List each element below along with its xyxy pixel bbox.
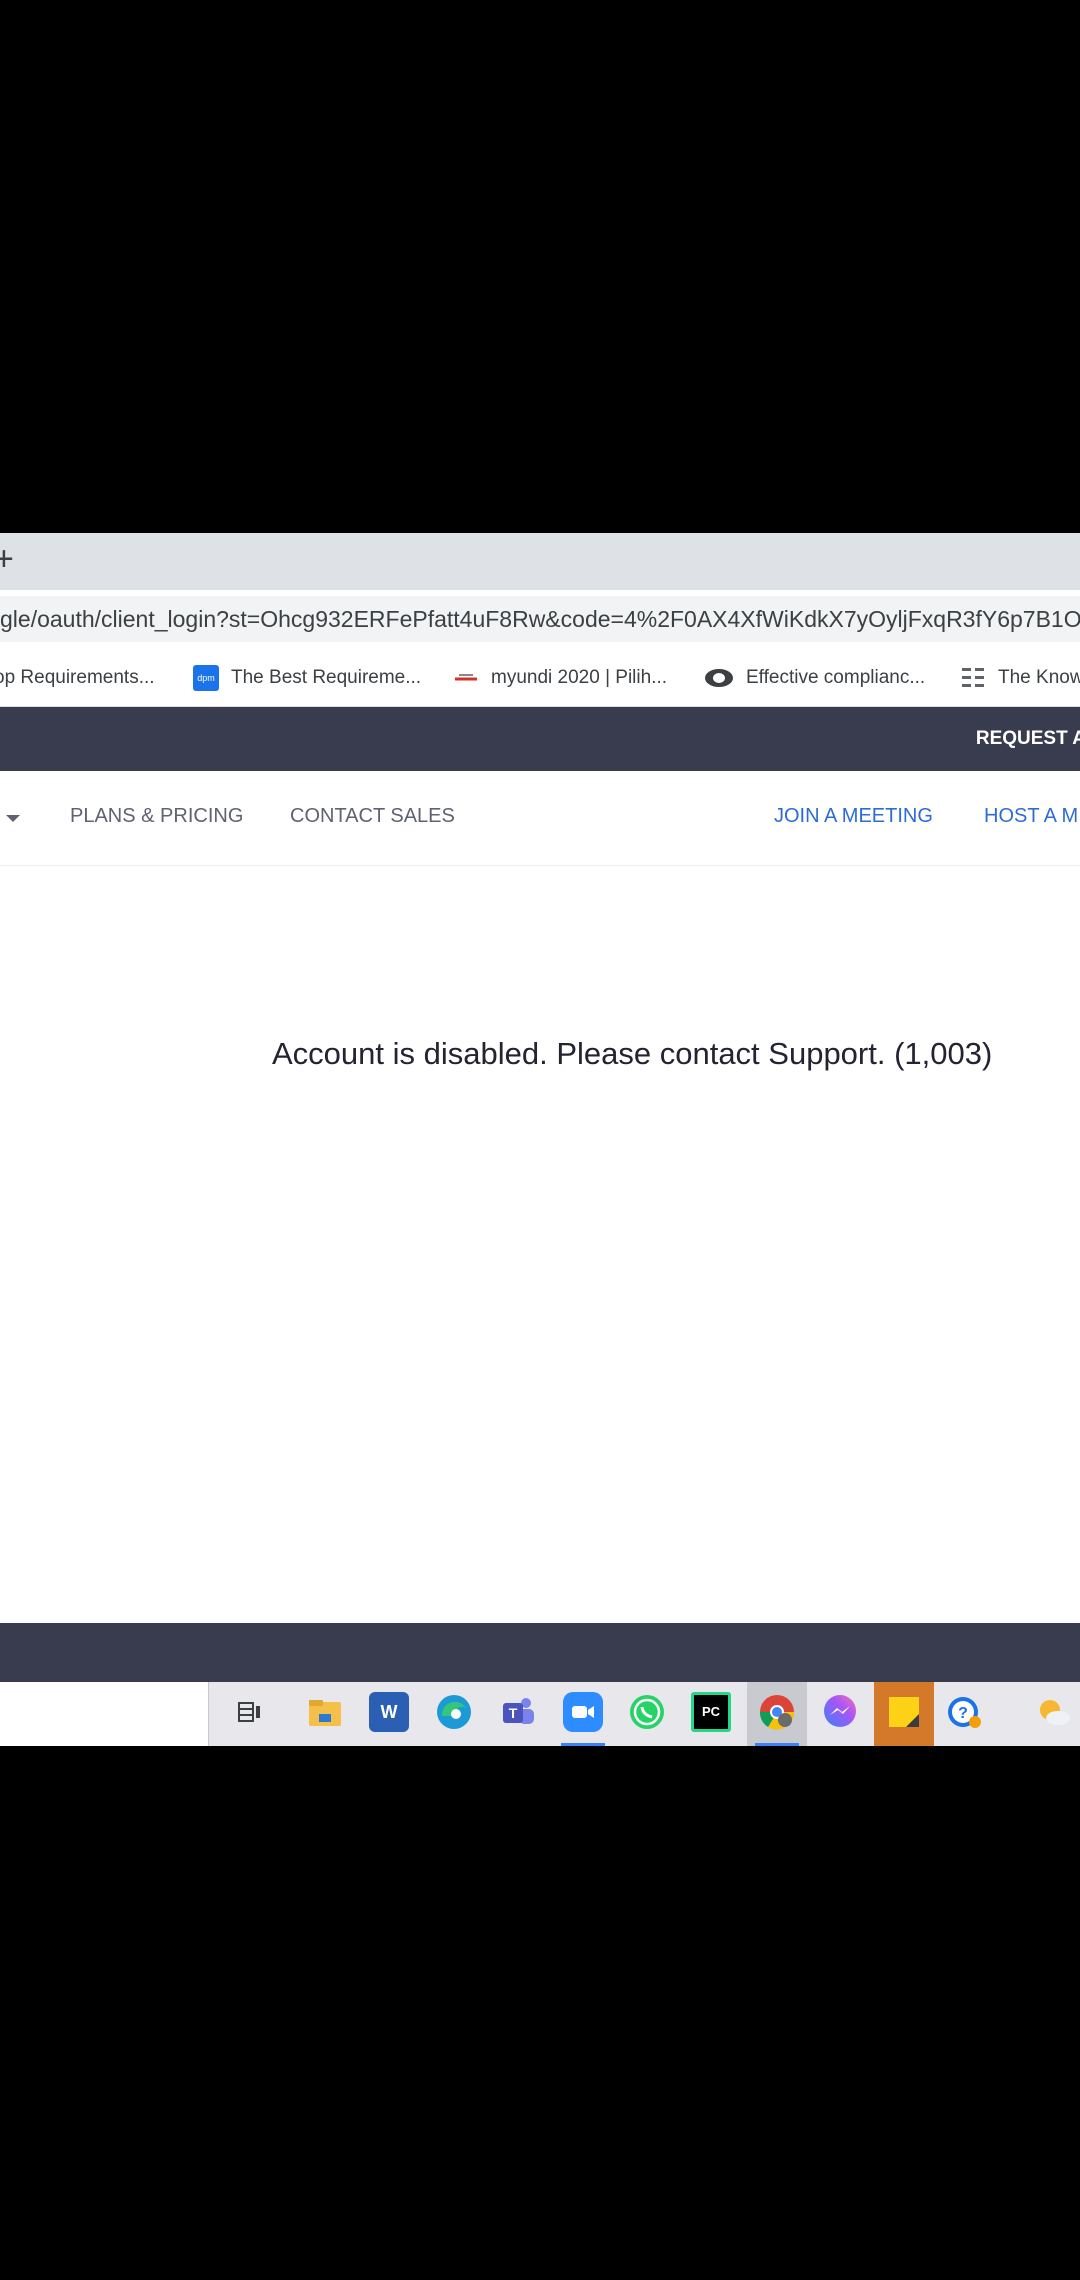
messenger-icon[interactable]: [820, 1692, 860, 1732]
zoom-active-indicator: [561, 1743, 605, 1746]
address-bar[interactable]: gle/oauth/client_login?st=Ohcg932ERFePfa…: [0, 596, 1080, 642]
chevron-down-icon[interactable]: [6, 815, 20, 822]
request-demo-link[interactable]: REQUEST A: [976, 728, 1080, 750]
help-icon[interactable]: ?: [945, 1692, 985, 1732]
bookmark-item[interactable]: myundi 2020 | Pilih...: [453, 664, 667, 692]
bookmark-label: myundi 2020 | Pilih...: [491, 667, 668, 688]
pycharm-icon[interactable]: PC: [691, 1692, 731, 1732]
myundi-icon: [453, 665, 479, 691]
svg-text:?: ?: [958, 1705, 968, 1722]
task-view-icon[interactable]: [230, 1692, 270, 1732]
bookmark-item[interactable]: Effective complianc...: [704, 664, 925, 692]
taskbar: W T PC ?: [0, 1682, 1080, 1746]
chrome-icon[interactable]: [757, 1692, 797, 1732]
address-url: gle/oauth/client_login?st=Ohcg932ERFePfa…: [0, 606, 1080, 632]
taskbar-search-box[interactable]: [0, 1682, 209, 1746]
bookmark-label: The Know: [998, 667, 1080, 688]
bookmarks-bar: op Requirements... dpm The Best Requirem…: [0, 650, 1080, 707]
browser-tab-strip: +: [0, 533, 1080, 590]
weather-icon[interactable]: [1034, 1692, 1074, 1732]
edge-icon[interactable]: [434, 1692, 474, 1732]
file-explorer-icon[interactable]: [305, 1692, 345, 1732]
dpm-icon: dpm: [193, 665, 219, 691]
chrome-active-indicator: [755, 1743, 799, 1746]
bookmark-item[interactable]: op Requirements...: [0, 664, 155, 692]
svg-text:T: T: [509, 1705, 518, 1721]
nav-join-meeting[interactable]: JOIN A MEETING: [774, 805, 933, 828]
site-topbar: REQUEST A: [0, 707, 1080, 771]
word-icon[interactable]: W: [369, 1692, 409, 1732]
sticky-notes-icon[interactable]: [884, 1692, 924, 1732]
browser-address-row: gle/oauth/client_login?st=Ohcg932ERFePfa…: [0, 590, 1080, 650]
bookmark-item[interactable]: dpm The Best Requireme...: [193, 664, 421, 692]
bookmark-label: Effective complianc...: [746, 667, 926, 688]
zoom-icon[interactable]: [563, 1692, 603, 1732]
new-tab-button[interactable]: +: [0, 539, 14, 579]
teams-icon[interactable]: T: [498, 1692, 538, 1732]
screen: + gle/oauth/client_login?st=Ohcg932ERFeP…: [0, 533, 1080, 1746]
knowledge-icon: [960, 665, 986, 691]
whatsapp-icon[interactable]: [627, 1692, 667, 1732]
nav-contact-sales[interactable]: CONTACT SALES: [290, 805, 455, 828]
nav-plans-pricing[interactable]: PLANS & PRICING: [70, 805, 243, 828]
bookmark-label: op Requirements...: [0, 667, 155, 688]
site-nav: PLANS & PRICING CONTACT SALES JOIN A MEE…: [0, 771, 1080, 866]
compliance-icon: [704, 665, 734, 691]
error-message: Account is disabled. Please contact Supp…: [272, 1036, 993, 1071]
bookmark-item[interactable]: The Know: [960, 664, 1080, 692]
nav-host-meeting[interactable]: HOST A M: [984, 805, 1078, 828]
bookmark-label: The Best Requireme...: [231, 667, 422, 688]
